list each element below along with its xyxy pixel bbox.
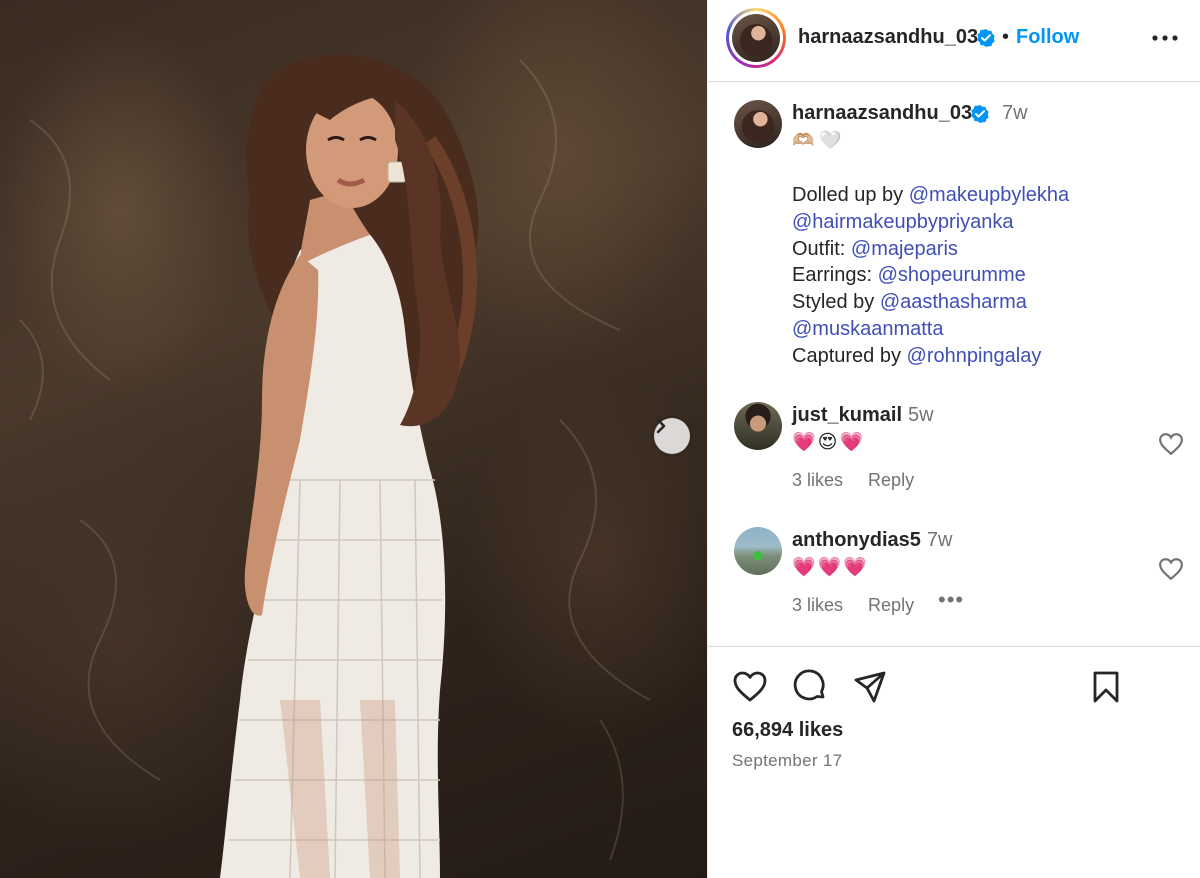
commenter-username[interactable]: just_kumail 5w xyxy=(792,404,934,427)
share-icon[interactable] xyxy=(852,669,888,705)
comment-like-heart-icon[interactable] xyxy=(1158,557,1184,581)
author-avatar[interactable] xyxy=(732,14,780,62)
caption-line: Outfit: @majeparis xyxy=(792,237,958,260)
caption-line: Styled by @aasthasharma xyxy=(792,291,1027,314)
mention-link[interactable]: @hairmakeupbypriyanka xyxy=(792,211,1014,233)
comment-time: 7w xyxy=(926,529,953,551)
reply-button[interactable]: Reply xyxy=(868,595,914,615)
heart-icon[interactable] xyxy=(732,669,768,705)
verified-badge-icon xyxy=(977,29,995,47)
comment-likes-count[interactable]: 3 likes xyxy=(792,595,843,615)
comment-likes-count[interactable]: 3 likes xyxy=(792,470,843,490)
caption-line: @muskaanmatta xyxy=(792,316,1069,343)
author-username[interactable]: harnaazsandhu_03 xyxy=(798,26,978,49)
mention-link[interactable]: @makeupbylekha xyxy=(909,184,1069,206)
caption-emoji: 🫶🏼 🤍 xyxy=(792,130,842,150)
separator-dot: • xyxy=(1002,26,1010,48)
chevron-right-icon xyxy=(656,418,666,434)
author-avatar-ring[interactable] xyxy=(726,8,786,68)
more-options-button[interactable] xyxy=(1148,26,1182,50)
mention-link[interactable]: @shopeurumme xyxy=(878,264,1026,286)
caption-line: Dolled up by @makeupbylekha xyxy=(792,184,1070,206)
post-side-panel: harnaazsandhu_03 • Follow harnaazsandhu_… xyxy=(707,0,1200,878)
commenter-avatar[interactable] xyxy=(734,402,782,450)
comment-text: 💗💗💗 xyxy=(792,557,869,578)
comment-text: 💗😍💗 xyxy=(792,432,866,453)
caption-time: 7w xyxy=(1002,102,1028,124)
follow-button[interactable]: Follow xyxy=(1016,26,1079,49)
mention-link[interactable]: @aasthasharma xyxy=(880,291,1027,313)
reply-button[interactable]: Reply xyxy=(868,470,914,490)
caption-username[interactable]: harnaazsandhu_03 xyxy=(792,102,972,125)
post-date[interactable]: September 17 xyxy=(732,751,842,771)
comment-item: anthonydias5 7w 💗💗💗 3 likes Reply ••• xyxy=(708,527,1200,637)
caption-line: Captured by @rohnpingalay xyxy=(792,344,1042,367)
post-header: harnaazsandhu_03 • Follow xyxy=(708,0,1200,82)
next-image-button[interactable] xyxy=(654,418,690,454)
likes-count[interactable]: 66,894 likes xyxy=(732,719,843,742)
caption-text: Dolled up by @makeupbylekha @hairmakeupb… xyxy=(792,182,1069,370)
comment-item: just_kumail 5w 💗😍💗 3 likes Reply xyxy=(708,402,1200,512)
comment-meta: 3 likes Reply xyxy=(792,595,934,616)
commenter-username[interactable]: anthonydias5 7w xyxy=(792,529,953,552)
caption-line: @hairmakeupbypriyanka xyxy=(792,209,1069,236)
comment-like-heart-icon[interactable] xyxy=(1158,432,1184,456)
comment-options-button[interactable]: ••• xyxy=(938,587,964,613)
mention-link[interactable]: @majeparis xyxy=(851,238,958,260)
bookmark-icon[interactable] xyxy=(1088,669,1124,705)
caption-line: Earrings: @shopeurumme xyxy=(792,264,1026,287)
caption-author-avatar[interactable] xyxy=(734,100,782,148)
verified-badge-icon xyxy=(971,105,989,123)
commenter-avatar[interactable] xyxy=(734,527,782,575)
comment-icon[interactable] xyxy=(792,669,828,705)
post-photo-illustration xyxy=(19,54,651,878)
mention-link[interactable]: @muskaanmatta xyxy=(792,318,943,340)
comments-section[interactable]: harnaazsandhu_03 7w 🫶🏼 🤍 Dolled up by @m… xyxy=(708,82,1200,646)
mention-link[interactable]: @rohnpingalay xyxy=(907,345,1042,367)
more-horizontal-icon xyxy=(1152,35,1178,41)
post-image[interactable] xyxy=(0,0,707,878)
comment-meta: 3 likes Reply xyxy=(792,470,934,491)
post-actions: 66,894 likes September 17 xyxy=(708,646,1200,878)
comment-time: 5w xyxy=(908,404,934,426)
